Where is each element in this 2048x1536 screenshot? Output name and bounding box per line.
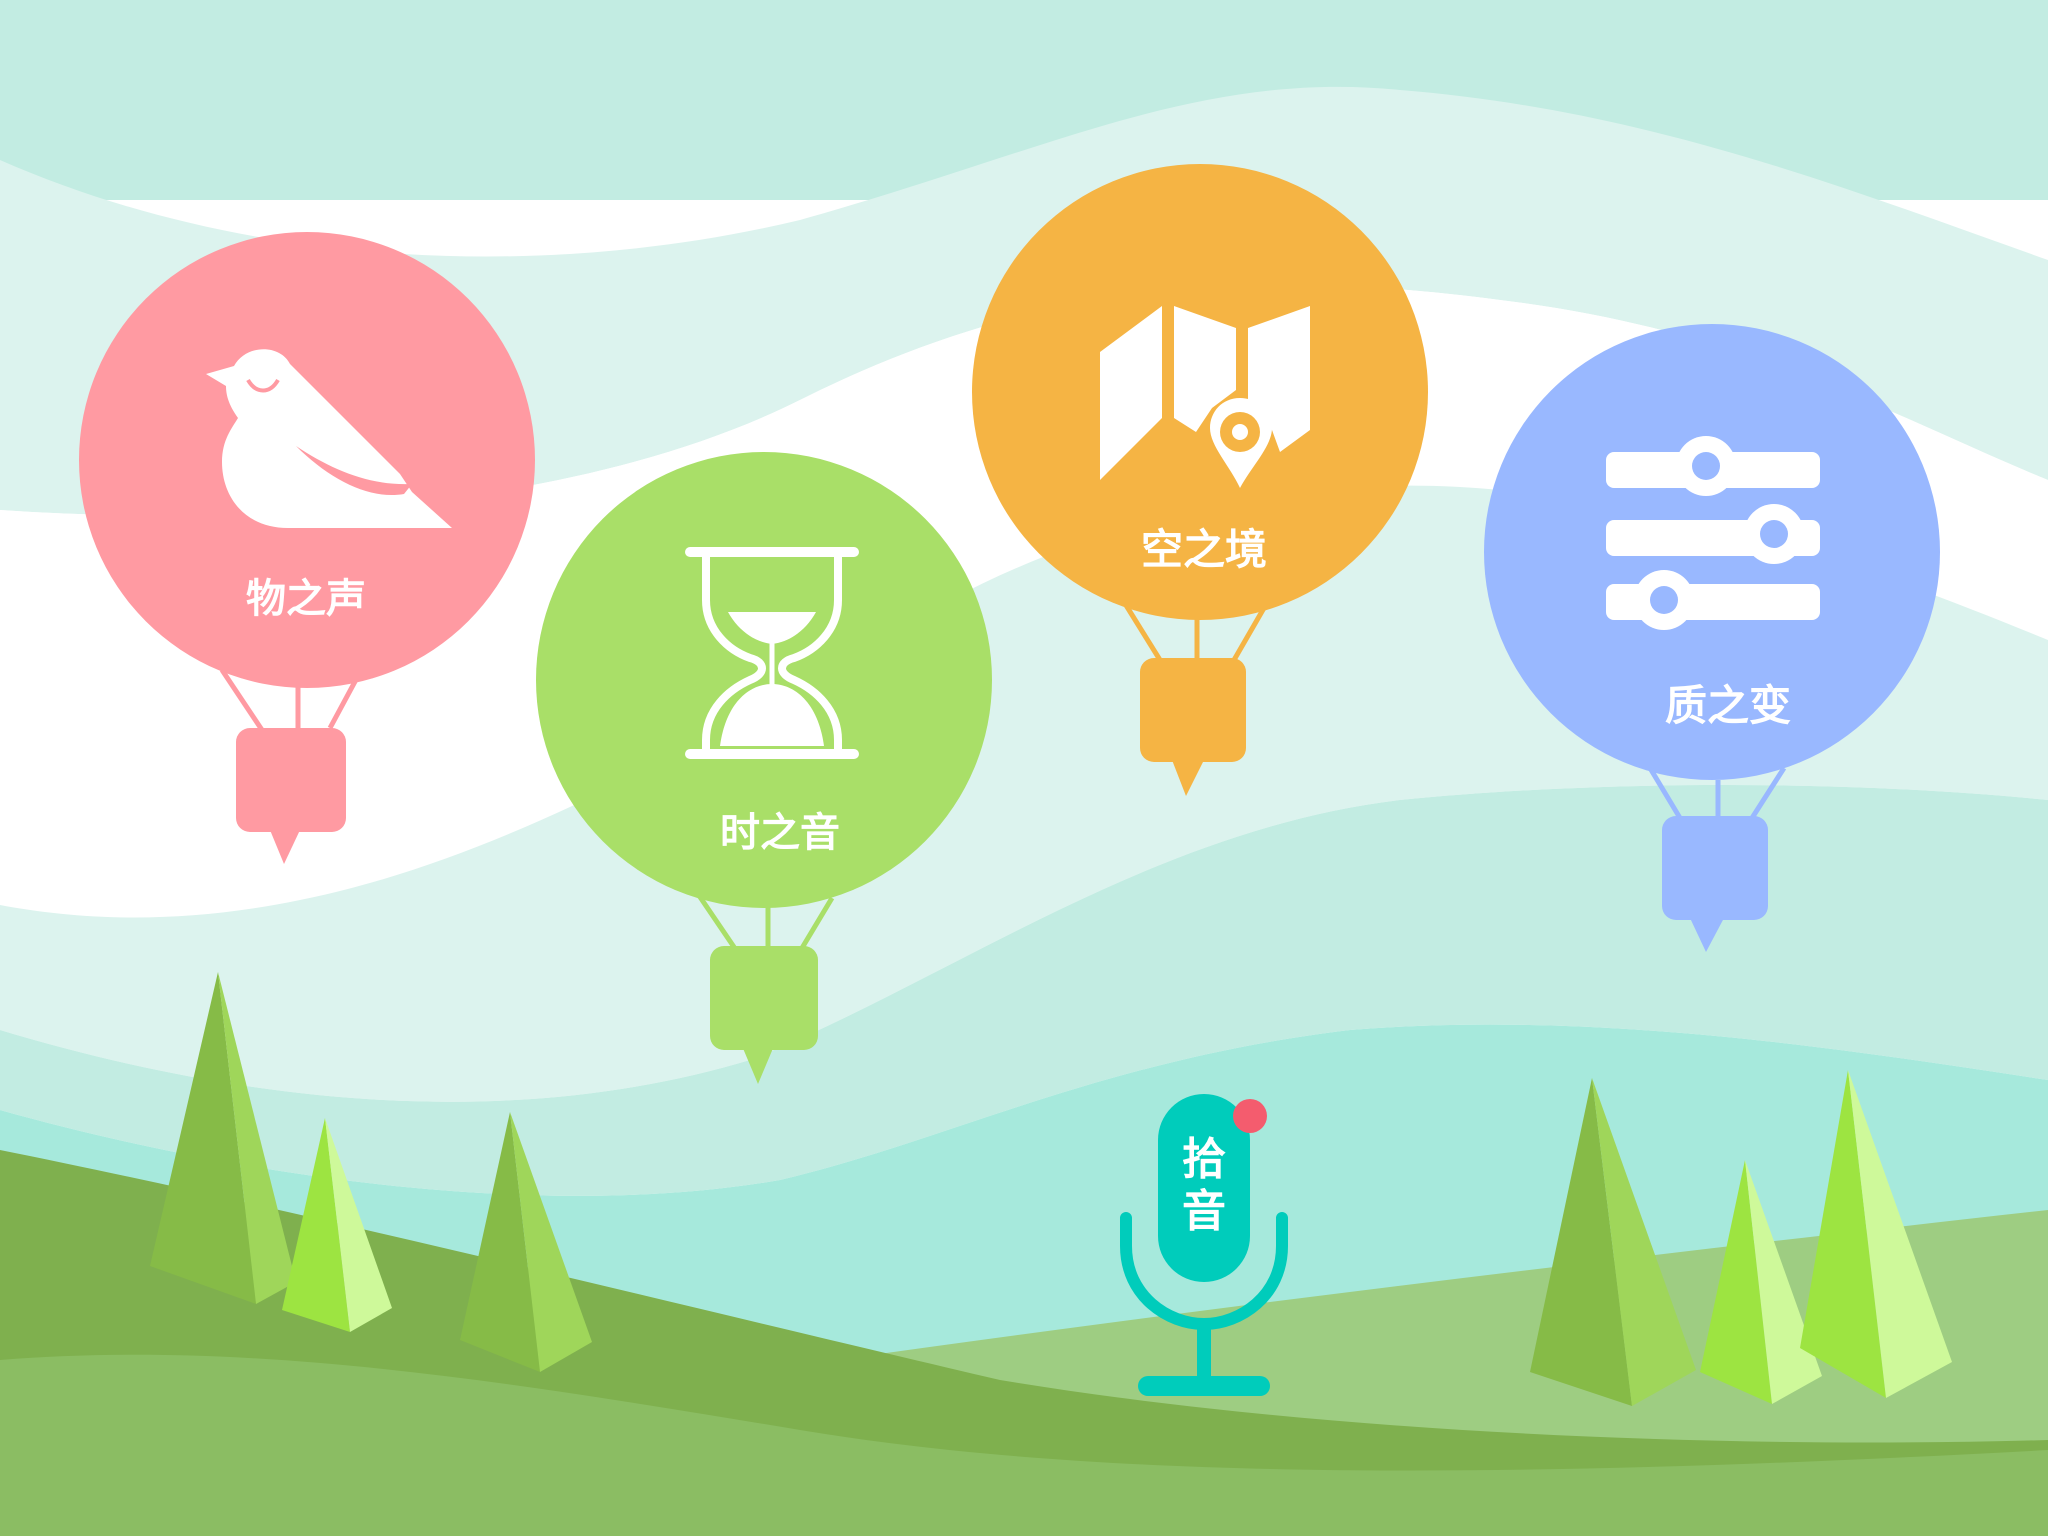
balloon-label: 时之音 (720, 810, 840, 856)
sliders-icon (1606, 436, 1820, 630)
mic-label-line2: 音 (1182, 1186, 1226, 1237)
scene: 物之声 时之音 空之境 质之变 拾 音 (0, 0, 2048, 1536)
notification-dot (1233, 1099, 1267, 1133)
balloon-label: 质之变 (1665, 681, 1791, 730)
mic-label-line1: 拾 (1182, 1134, 1226, 1185)
balloon-label: 空之境 (1141, 525, 1267, 574)
balloon-label: 物之声 (246, 576, 366, 622)
